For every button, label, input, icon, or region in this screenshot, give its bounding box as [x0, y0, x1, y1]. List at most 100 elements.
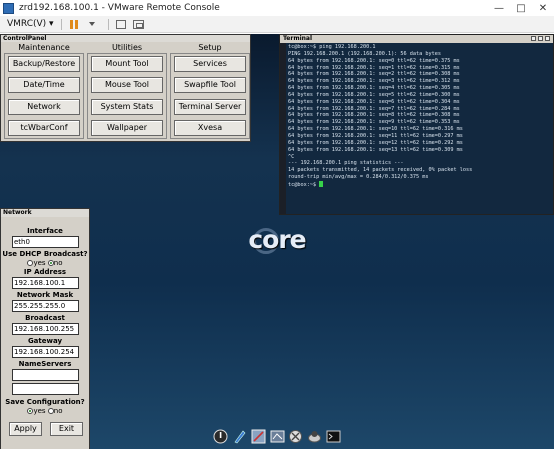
chevron-down-icon [88, 22, 95, 26]
wbar-dock [212, 423, 342, 449]
interface-label: Interface [27, 227, 63, 235]
network-title: Network [1, 209, 89, 217]
system-stats-button[interactable]: System Stats [91, 98, 163, 115]
terminal-line: 64 bytes from 192.168.200.1: seq=11 ttl=… [288, 132, 463, 139]
column-header: Maintenance [18, 43, 70, 52]
editor-icon[interactable] [231, 428, 248, 445]
terminal-maximize-button[interactable] [538, 36, 543, 41]
terminal-line: 14 packets transmitted, 14 packets recei… [288, 167, 473, 174]
terminal-line: 64 bytes from 192.168.200.1: seq=1 ttl=6… [288, 64, 460, 71]
terminal-line: round-trip min/avg/max = 0.284/0.312/0.3… [288, 174, 429, 181]
terminal-titlebar: Terminal [280, 35, 553, 43]
core-logo: core [237, 225, 317, 255]
dhcp-radio-group: yes no [1, 259, 89, 268]
network-button[interactable]: Network [8, 98, 80, 115]
vmware-app-icon [3, 2, 14, 14]
maintenance-column: Maintenance Backup/Restore Date/Time Net… [4, 42, 84, 139]
network-mask-label: Network Mask [16, 291, 74, 299]
vmrc-menu[interactable]: VMRC(V) ▾ [5, 19, 56, 29]
vm-desktop[interactable]: ControlPanel Maintenance Backup/Restore … [0, 34, 554, 449]
terminal-window[interactable]: Terminal tc@box:~$ ping 192.168.200.1 PI… [279, 34, 554, 215]
toolbar-divider [107, 18, 109, 30]
services-button[interactable]: Services [174, 56, 246, 72]
gateway-input[interactable]: 192.168.100.254 [12, 346, 79, 358]
save-config-label: Save Configuration? [5, 398, 85, 406]
terminal-line: tc@box:~$ ping 192.168.200.1 [288, 44, 376, 50]
column-header: Setup [198, 43, 222, 52]
nameservers-label: NameServers [18, 360, 72, 368]
ip-address-input[interactable]: 192.168.100.1 [12, 277, 79, 289]
mount-tool-button[interactable]: Mount Tool [91, 56, 163, 72]
pause-button[interactable] [67, 17, 81, 31]
utilities-column: Utilities Mount Tool Mouse Tool System S… [87, 42, 167, 139]
terminal-line: --- 192.168.200.1 ping statistics --- [288, 160, 404, 167]
terminal-line: 64 bytes from 192.168.200.1: seq=3 ttl=6… [288, 78, 460, 85]
terminal-server-button[interactable]: Terminal Server [174, 98, 246, 115]
mouse-tool-button[interactable]: Mouse Tool [91, 77, 163, 94]
logo-text: core [248, 225, 306, 254]
dhcp-no-label: no [53, 259, 63, 267]
minimize-button[interactable]: — [488, 3, 510, 14]
apply-button[interactable]: Apply [9, 422, 42, 436]
backup-restore-button[interactable]: Backup/Restore [8, 56, 80, 72]
ip-address-label: IP Address [23, 268, 67, 276]
window-title: zrd192.168.100.1 - VMware Remote Console [19, 3, 220, 13]
terminal-cursor [319, 180, 324, 187]
terminal-line: 64 bytes from 192.168.200.1: seq=0 ttl=6… [288, 57, 460, 64]
date-time-button[interactable]: Date/Time [8, 77, 80, 94]
keyboard-icon [115, 19, 126, 29]
nameserver-2-input[interactable] [12, 383, 79, 395]
save-no-label: no [53, 407, 63, 415]
network-tool-icon[interactable] [287, 428, 304, 445]
control-panel-icon[interactable] [250, 428, 267, 445]
xvesa-button[interactable]: Xvesa [174, 119, 246, 136]
network-window: Network Interface eth0 Use DHCP Broadcas… [0, 208, 90, 449]
wallpaper-button[interactable]: Wallpaper [91, 119, 163, 136]
send-ctrl-alt-del-button[interactable] [114, 17, 128, 31]
exit-button[interactable]: Exit [50, 422, 83, 436]
interface-input[interactable]: eth0 [12, 236, 79, 248]
dhcp-no-radio[interactable] [47, 260, 54, 266]
dhcp-label: Use DHCP Broadcast? [2, 250, 88, 258]
pause-dropdown[interactable] [85, 17, 99, 31]
terminal-line: 64 bytes from 192.168.200.1: seq=6 ttl=6… [288, 98, 460, 105]
maximize-button[interactable]: □ [510, 3, 532, 14]
nameserver-1-input[interactable] [12, 369, 79, 381]
terminal-icon[interactable] [325, 428, 342, 445]
terminal-line: 64 bytes from 192.168.200.1: seq=8 ttl=6… [288, 112, 460, 119]
save-radio-group: yes no [1, 407, 89, 416]
apps-icon[interactable] [269, 428, 286, 445]
window-titlebar: zrd192.168.100.1 - VMware Remote Console… [0, 0, 554, 16]
pause-icon [69, 19, 78, 29]
terminal-line: ^C [288, 153, 295, 160]
terminal-line: PING 192.168.200.1 (192.168.200.1): 56 d… [288, 50, 442, 57]
control-panel-window: ControlPanel Maintenance Backup/Restore … [0, 34, 251, 142]
terminal-line: 64 bytes from 192.168.200.1: seq=5 ttl=6… [288, 91, 460, 98]
terminal-close-button[interactable] [545, 36, 550, 41]
terminal-line: 64 bytes from 192.168.200.1: seq=2 ttl=6… [288, 71, 460, 78]
terminal-line: 64 bytes from 192.168.200.1: seq=10 ttl=… [288, 126, 463, 133]
terminal-line: 64 bytes from 192.168.200.1: seq=12 ttl=… [288, 139, 463, 146]
control-panel-title: ControlPanel [1, 35, 250, 42]
terminal-minimize-button[interactable] [531, 36, 536, 41]
swapfile-tool-button[interactable]: Swapfile Tool [174, 77, 246, 94]
fullscreen-button[interactable] [132, 17, 146, 31]
mount-icon[interactable] [306, 428, 323, 445]
network-mask-input[interactable]: 255.255.255.0 [12, 300, 79, 312]
tcwbarconf-button[interactable]: tcWbarConf [8, 119, 80, 136]
toolbar-divider [60, 18, 62, 30]
terminal-output[interactable]: tc@box:~$ ping 192.168.200.1 PING 192.16… [280, 43, 553, 214]
broadcast-input[interactable]: 192.168.100.255 [12, 323, 79, 335]
close-button[interactable]: ✕ [532, 3, 554, 14]
terminal-prompt: tc@box:~$ [288, 181, 320, 188]
power-icon[interactable] [212, 428, 229, 445]
save-no-radio[interactable] [47, 408, 54, 414]
terminal-line: 64 bytes from 192.168.200.1: seq=4 ttl=6… [288, 85, 460, 92]
terminal-prompt-line[interactable]: tc@box:~$ [288, 180, 551, 189]
gateway-label: Gateway [27, 337, 63, 345]
terminal-title: Terminal [283, 35, 313, 42]
save-yes-label: yes [33, 407, 46, 415]
broadcast-label: Broadcast [25, 314, 65, 322]
setup-column: Setup Services Swapfile Tool Terminal Se… [170, 42, 250, 139]
fullscreen-icon [133, 19, 145, 29]
